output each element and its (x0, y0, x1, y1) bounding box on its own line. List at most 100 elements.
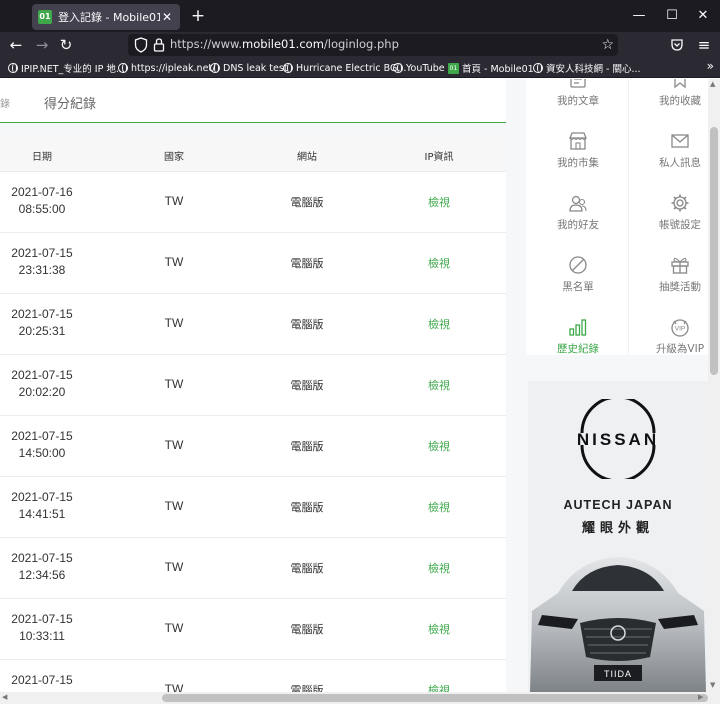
close-window-button[interactable]: ✕ (692, 6, 714, 26)
main-panel: 錄 得分紀錄 日期 國家 網站 IP資訊 2021-07-16 08:55:00 T… (0, 79, 516, 692)
vertical-scroll-thumb[interactable] (710, 127, 718, 375)
sidebar-item-label: 我的好友 (557, 219, 599, 231)
gear-icon (671, 194, 689, 212)
cell-date: 2021-07-16 (11, 185, 73, 199)
horizontal-scroll-thumb[interactable] (162, 694, 708, 702)
sidebar-item-mail[interactable]: 私人訊息 (630, 119, 708, 181)
view-ip-link[interactable]: 檢視 (379, 438, 499, 454)
maximize-button[interactable]: ☐ (661, 6, 683, 26)
reload-button[interactable]: ↻ (56, 35, 76, 55)
browser-tab-active[interactable]: 01 登入記錄 - Mobile01 ✕ (32, 4, 180, 30)
scroll-right-arrow-icon[interactable]: ▶ (698, 693, 703, 701)
column-header-site: 網站 (297, 152, 317, 163)
cell-date: 2021-07-15 (11, 612, 73, 626)
table-row: 2021-07-15 14:41:51 TW 電腦版 檢視 (0, 477, 506, 538)
cell-datetime: 2021-07-15 (0, 672, 84, 689)
login-log-table: 日期 國家 網站 IP資訊 2021-07-16 08:55:00 TW 電腦版 檢視 2… (0, 136, 506, 692)
table-row: 2021-07-15 14:50:00 TW 電腦版 檢視 (0, 416, 506, 477)
view-ip-link[interactable]: 檢視 (379, 621, 499, 637)
bookmark-item[interactable]: YouTube (393, 60, 445, 76)
sidebar-item-label: 黑名單 (562, 281, 594, 293)
address-bar[interactable]: https://www.mobile01.com/loginlog.php ☆ (128, 34, 618, 56)
sidebar-item-friends[interactable]: 我的好友 (528, 181, 628, 243)
sidebar-item-gear[interactable]: 帳號設定 (630, 181, 708, 243)
cell-country: TW (164, 194, 184, 208)
lock-icon[interactable] (152, 37, 166, 53)
bookmark-star-icon[interactable]: ☆ (601, 35, 614, 55)
tab-cut-label[interactable]: 錄 (0, 95, 10, 110)
tab-score-records[interactable]: 得分紀錄 (44, 93, 96, 112)
sidebar-item-gift[interactable]: 抽獎活動 (630, 243, 708, 305)
user-sidebar: 我的文章 我的收藏我的市集 私人訊息我的好友 帳號設定黑名單 抽獎活動 歷史紀錄 VIP 升級… (516, 79, 708, 692)
close-tab-icon[interactable]: ✕ (160, 10, 174, 24)
new-tab-button[interactable]: + (188, 6, 208, 26)
more-bookmarks-icon[interactable]: » (707, 59, 714, 73)
bookmark-item[interactable]: IPIP.NET_专业的 IP 地... (8, 60, 125, 76)
view-ip-link[interactable]: 檢視 (379, 194, 499, 210)
scroll-left-arrow-icon[interactable]: ◀ (2, 693, 7, 701)
cell-site: 電腦版 (290, 562, 324, 575)
globe-icon (533, 63, 543, 73)
cell-time: 08:55:00 (18, 202, 66, 216)
pocket-icon[interactable] (670, 38, 684, 52)
mobile01-favicon-icon: 01 (38, 10, 52, 24)
cell-time: 23:31:38 (18, 263, 66, 277)
bookmark-item[interactable]: https://ipleak.net/ (118, 60, 215, 76)
bookmark-item[interactable]: 01 首頁 - Mobile01 (448, 60, 534, 76)
bookmark-item[interactable]: Hurricane Electric BG... (283, 60, 406, 76)
cell-time: 14:41:51 (18, 507, 66, 521)
vertical-scrollbar[interactable]: ▲ ▼ (708, 79, 720, 692)
cell-site: 電腦版 (290, 440, 324, 453)
scroll-up-arrow-icon[interactable]: ▲ (710, 80, 715, 88)
horizontal-scrollbar[interactable]: ◀ ▶ (0, 692, 720, 704)
app-menu-icon[interactable]: ≡ (694, 35, 714, 55)
view-ip-link[interactable]: 檢視 (379, 316, 499, 332)
car-image: TIIDA (530, 557, 706, 692)
scroll-down-arrow-icon[interactable]: ▼ (710, 681, 715, 689)
table-row: 2021-07-15 20:25:31 TW 電腦版 檢視 (0, 294, 506, 355)
view-ip-link[interactable]: 檢視 (379, 682, 499, 692)
cell-country: TW (164, 621, 184, 635)
url-text[interactable]: https://www.mobile01.com/loginlog.php (170, 37, 399, 51)
sidebar-item-bookmark[interactable]: 我的收藏 (630, 79, 708, 119)
table-row: 2021-07-16 08:55:00 TW 電腦版 檢視 (0, 172, 506, 233)
forward-button[interactable]: → (32, 35, 52, 55)
cell-date: 2021-07-15 (11, 246, 73, 260)
cell-site: 電腦版 (290, 379, 324, 392)
friends-icon (569, 195, 587, 212)
cell-date: 2021-07-15 (11, 429, 73, 443)
sidebar-item-label: 我的收藏 (659, 95, 701, 107)
nissan-advertisement[interactable]: NISSAN AUTECH JAPAN 耀眼外觀 TIIDA (528, 381, 708, 692)
view-ip-link[interactable]: 檢視 (379, 255, 499, 271)
cell-date: 2021-07-15 (11, 307, 73, 321)
bookmark-item[interactable]: 資安人科技網 - 關心... (533, 60, 641, 76)
sidebar-item-article[interactable]: 我的文章 (528, 79, 628, 119)
cell-datetime: 2021-07-15 14:50:00 (0, 428, 84, 462)
table-row: 2021-07-15 20:02:20 TW 電腦版 檢視 (0, 355, 506, 416)
cell-site: 電腦版 (290, 318, 324, 331)
table-header: 日期 國家 網站 IP資訊 (0, 136, 506, 172)
svg-text:NISSAN: NISSAN (577, 430, 659, 449)
bookmark-item[interactable]: DNS leak test (210, 60, 288, 76)
back-button[interactable]: ← (6, 35, 26, 55)
sidebar-item-store[interactable]: 我的市集 (528, 119, 628, 181)
minimize-button[interactable]: — (628, 6, 650, 26)
table-row: 2021-07-15 10:33:11 TW 電腦版 檢視 (0, 599, 506, 660)
sidebar-item-label: 私人訊息 (659, 157, 701, 169)
sidebar-item-label: 升級為VIP (655, 343, 705, 355)
view-ip-link[interactable]: 檢視 (379, 560, 499, 576)
sidebar-item-label: 我的市集 (557, 157, 599, 169)
cell-time: 12:34:56 (18, 568, 66, 582)
tracking-shield-icon[interactable] (134, 37, 148, 53)
sidebar-item-vip[interactable]: VIP 升級為VIP (630, 305, 708, 367)
gift-icon (671, 257, 689, 274)
view-ip-link[interactable]: 檢視 (379, 499, 499, 515)
cell-time: 14:50:00 (18, 446, 66, 460)
view-ip-link[interactable]: 檢視 (379, 377, 499, 393)
sidebar-item-block[interactable]: 黑名單 (528, 243, 628, 305)
cell-country: TW (164, 377, 184, 391)
sidebar-item-bar-chart[interactable]: 歷史紀錄 (528, 305, 628, 367)
cell-country: TW (164, 682, 184, 692)
tab-bar: 01 登入記錄 - Mobile01 ✕ + — ☐ ✕ (0, 0, 720, 32)
cell-site: 電腦版 (290, 623, 324, 636)
